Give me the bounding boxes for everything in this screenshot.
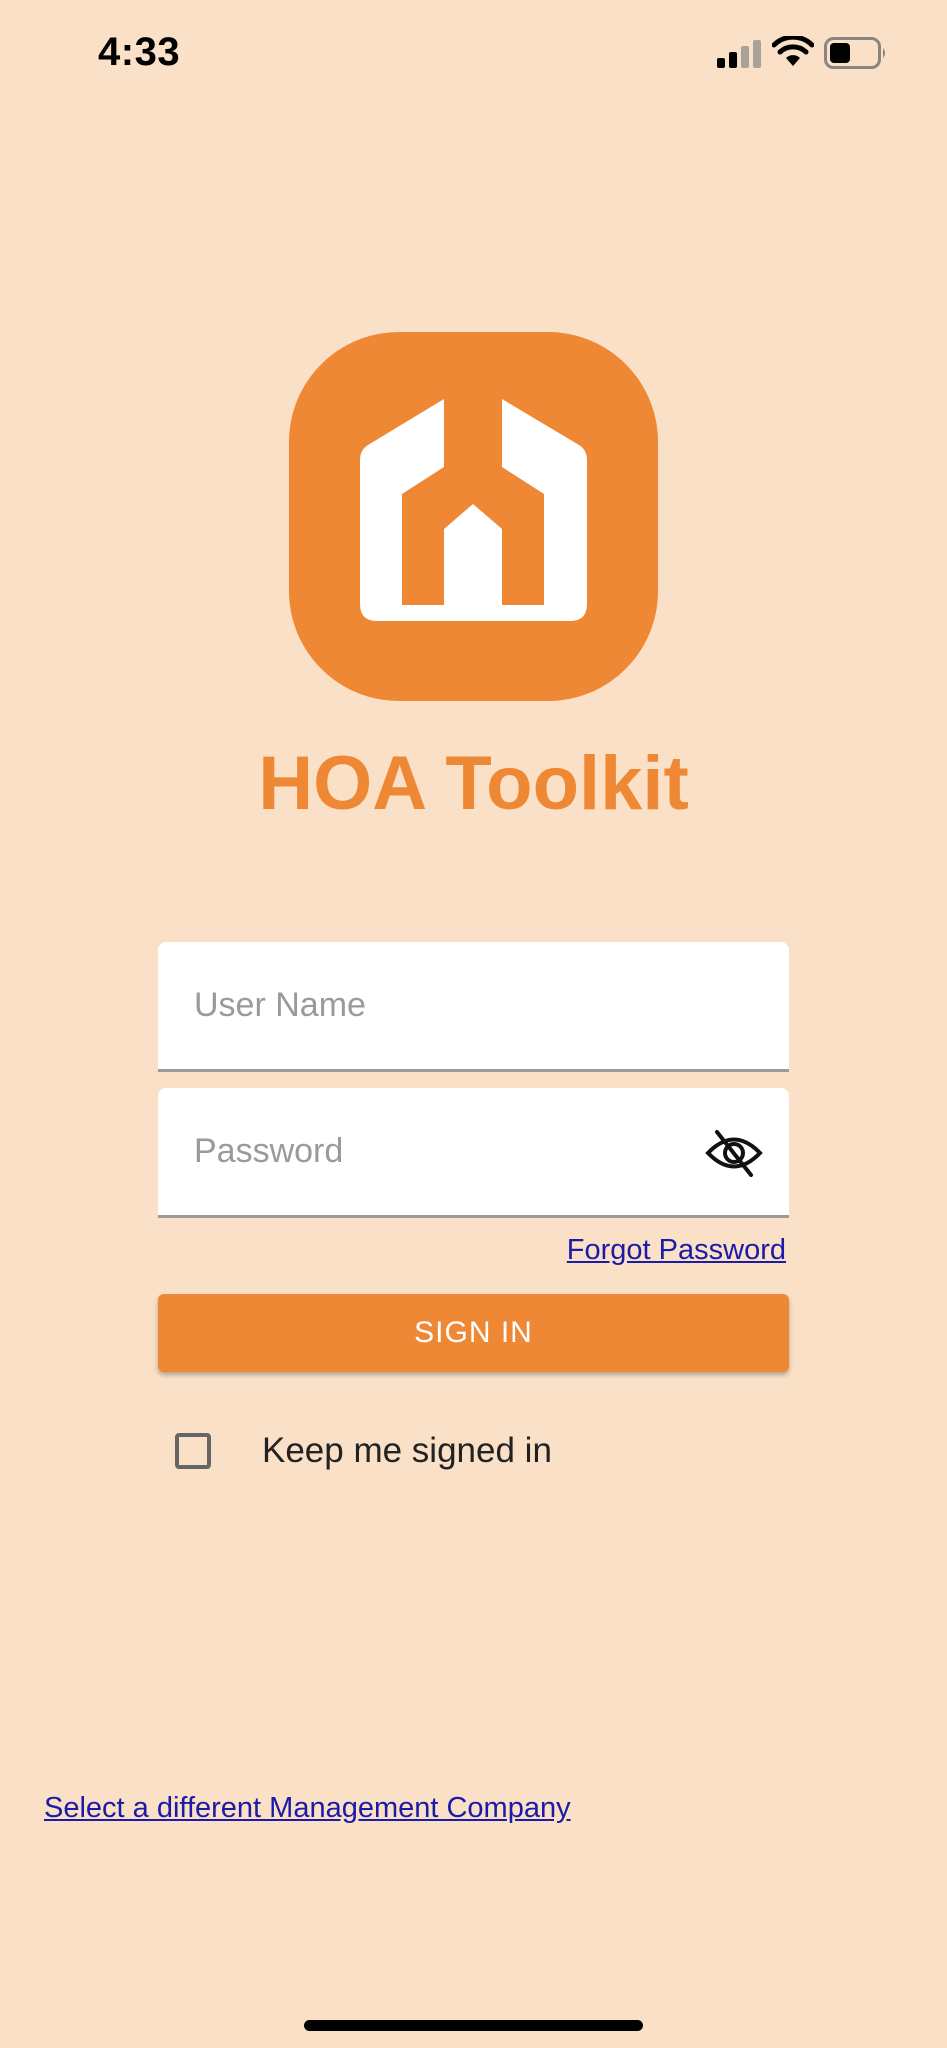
keep-signed-in-label: Keep me signed in	[262, 1431, 552, 1470]
keep-signed-in-option[interactable]: Keep me signed in	[175, 1430, 552, 1472]
home-indicator[interactable]	[304, 2020, 643, 2031]
password-input[interactable]	[194, 1088, 714, 1215]
select-management-company-link[interactable]: Select a different Management Company	[44, 1792, 571, 1825]
password-field[interactable]	[158, 1088, 789, 1218]
keep-signed-in-checkbox[interactable]	[175, 1433, 211, 1469]
username-field[interactable]	[158, 942, 789, 1072]
status-time: 4:33	[98, 30, 181, 74]
eye-slash-icon[interactable]	[705, 1128, 763, 1178]
status-bar: 4:33	[0, 0, 947, 110]
signal-icon	[717, 40, 761, 68]
battery-icon	[824, 37, 885, 69]
forgot-password-link[interactable]: Forgot Password	[567, 1234, 786, 1267]
app-title: HOA Toolkit	[258, 741, 689, 826]
username-input[interactable]	[194, 942, 714, 1069]
sign-in-button[interactable]: SIGN IN	[158, 1294, 789, 1372]
wifi-icon	[772, 36, 814, 66]
hoa-toolkit-logo-icon	[289, 332, 658, 701]
